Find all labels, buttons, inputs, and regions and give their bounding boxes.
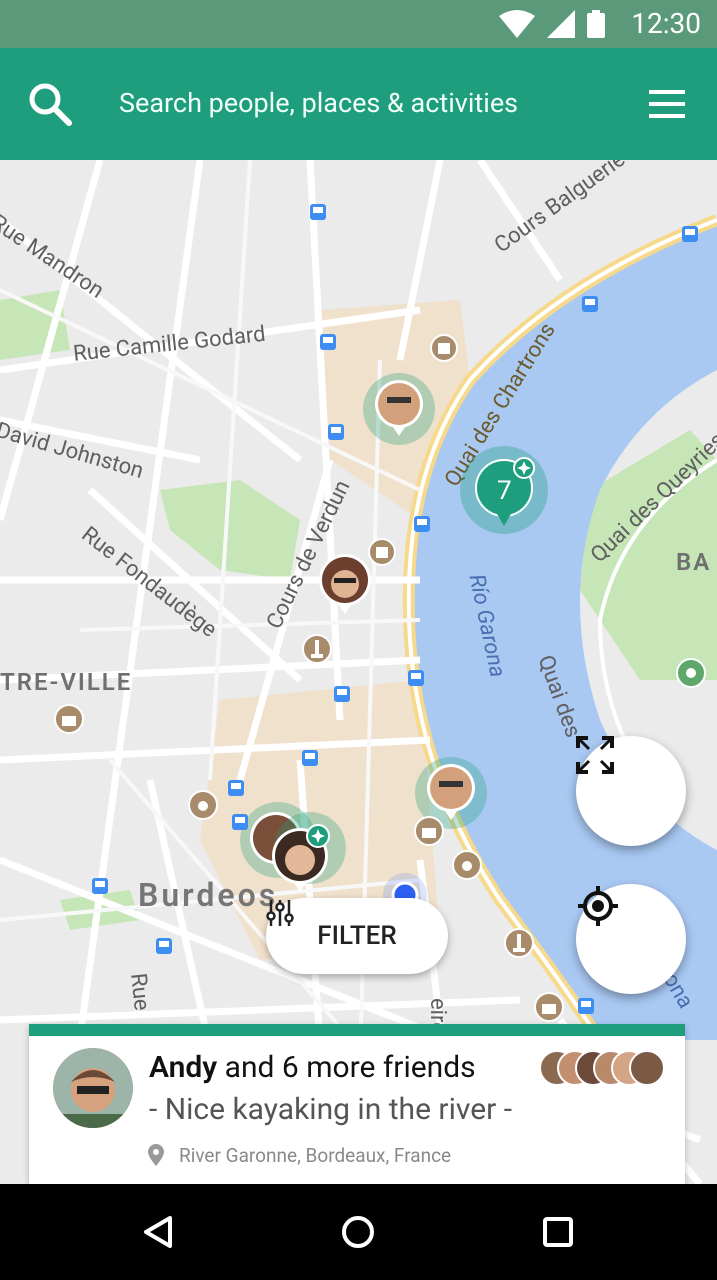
transit-icon	[228, 780, 244, 796]
clock: 12:30	[631, 7, 701, 40]
map-area-label: BA	[676, 548, 712, 576]
theater-icon	[534, 992, 564, 1022]
transit-icon	[92, 878, 108, 894]
activity-card[interactable]: Andy and 6 more friends - Nice kayaking …	[29, 1024, 685, 1184]
camera-icon	[188, 790, 218, 820]
crosshair-icon	[578, 886, 618, 926]
transit-icon	[408, 670, 424, 686]
monument-icon	[504, 928, 534, 958]
location-pin-icon	[148, 1144, 164, 1166]
activity-location: River Garonne, Bordeaux, France	[179, 1144, 452, 1167]
my-location-button[interactable]	[576, 884, 686, 994]
camera-icon	[452, 850, 482, 880]
home-icon[interactable]	[340, 1214, 376, 1250]
signal-icon	[547, 10, 575, 38]
theater-icon	[414, 816, 444, 846]
status-icons	[499, 10, 605, 38]
search-input[interactable]: Search people, places & activities	[119, 86, 518, 120]
transit-icon	[334, 686, 350, 702]
back-icon[interactable]	[140, 1214, 176, 1250]
transit-icon	[414, 516, 430, 532]
wifi-icon	[499, 10, 535, 38]
transit-icon	[232, 814, 248, 830]
expand-map-button[interactable]	[576, 736, 686, 846]
park-icon	[676, 658, 706, 688]
museum-icon	[368, 538, 396, 566]
friend-pin[interactable]	[316, 552, 374, 622]
friend-group-pin[interactable]	[238, 800, 350, 896]
menu-icon[interactable]	[649, 90, 685, 118]
activity-description: - Nice kayaking in the river -	[149, 1092, 513, 1127]
transit-icon	[156, 938, 172, 954]
filter-button[interactable]: FILTER	[266, 898, 448, 974]
monument-icon	[302, 634, 332, 664]
system-nav-bar	[0, 1184, 717, 1280]
transit-icon	[320, 334, 336, 350]
transit-icon	[582, 296, 598, 312]
fullscreen-icon	[576, 736, 614, 774]
transit-icon	[578, 998, 594, 1014]
theater-icon	[54, 704, 84, 734]
friends-avatar-stack[interactable]	[539, 1050, 667, 1086]
museum-icon	[430, 334, 458, 362]
friend-pin[interactable]	[362, 372, 436, 452]
friend-name[interactable]: Andy	[149, 1050, 217, 1085]
friends-count-text: and 6 more friends	[217, 1050, 476, 1085]
avatar	[53, 1048, 133, 1128]
cluster-count: 7	[497, 476, 512, 506]
filter-label: FILTER	[317, 921, 397, 951]
map-street-label: Rue	[125, 972, 154, 1012]
transit-icon	[302, 750, 318, 766]
search-bar: Search people, places & activities	[0, 48, 717, 160]
status-bar: 12:30	[0, 0, 717, 48]
map-area-label: TRE-VILLE	[0, 668, 133, 696]
transit-icon	[328, 424, 344, 440]
sliders-icon	[266, 900, 294, 926]
transit-icon	[682, 226, 698, 242]
search-icon[interactable]	[28, 82, 72, 126]
battery-icon	[587, 10, 605, 38]
card-title: Andy and 6 more friends	[149, 1050, 476, 1085]
recents-icon[interactable]	[542, 1216, 574, 1248]
transit-icon	[310, 204, 326, 220]
